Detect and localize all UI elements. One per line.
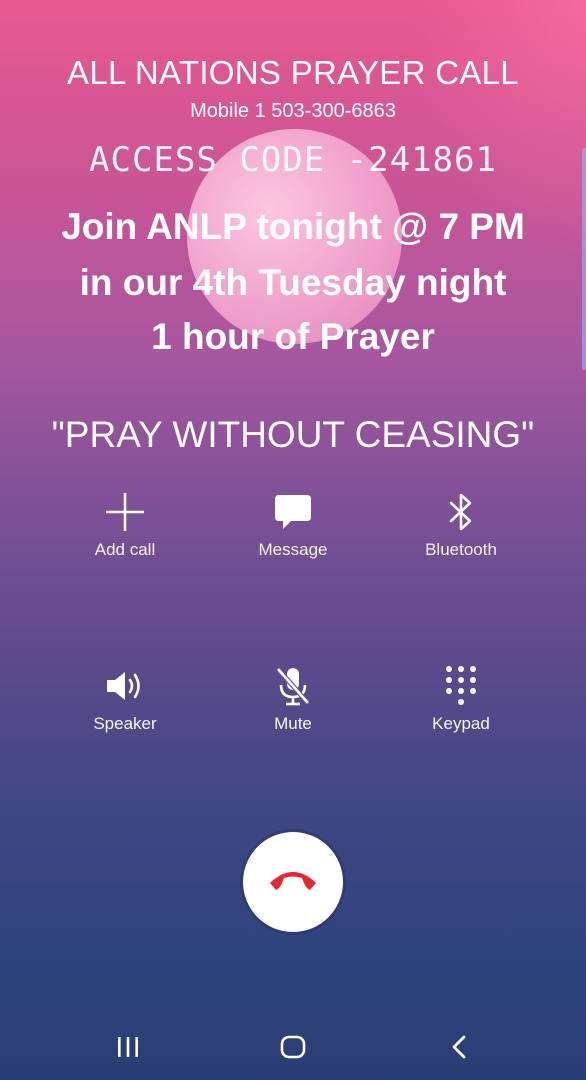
end-call-button[interactable] <box>243 832 343 932</box>
caller-name: ALL NATIONS PRAYER CALL <box>67 54 519 91</box>
bluetooth-label: Bluetooth <box>425 540 497 559</box>
mute-button[interactable]: Mute <box>209 664 377 734</box>
add-call-button[interactable]: Add call <box>41 490 209 560</box>
back-icon <box>451 1035 467 1064</box>
quote-text: "PRAY WITHOUT CEASING" <box>51 414 535 455</box>
navigation-bar <box>0 1014 586 1080</box>
speaker-icon <box>41 664 209 708</box>
home-button[interactable] <box>263 1034 323 1064</box>
recents-icon <box>116 1036 140 1063</box>
recents-button[interactable] <box>98 1034 158 1064</box>
speaker-button[interactable]: Speaker <box>41 664 209 734</box>
message-label: Message <box>258 540 328 559</box>
home-icon <box>280 1035 306 1064</box>
speaker-label: Speaker <box>93 714 157 733</box>
message-button[interactable]: Message <box>209 490 377 560</box>
keypad-label: Keypad <box>432 714 490 733</box>
keypad-button[interactable]: Keypad <box>377 664 545 734</box>
plus-icon <box>41 490 209 534</box>
announcement-line-3: 1 hour of Prayer <box>151 316 435 357</box>
keypad-icon <box>377 664 545 708</box>
mute-label: Mute <box>274 714 312 733</box>
bluetooth-icon <box>377 490 545 534</box>
announcement-line-2: in our 4th Tuesday night <box>79 262 507 303</box>
mic-off-icon <box>209 664 377 708</box>
message-icon <box>209 490 377 534</box>
back-button[interactable] <box>429 1034 489 1064</box>
bluetooth-button[interactable]: Bluetooth <box>377 490 545 560</box>
access-code: ACCESS CODE -241861 <box>89 140 497 180</box>
phone-hangup-icon <box>266 865 320 900</box>
caller-number: Mobile 1 503-300-6863 <box>190 100 396 122</box>
add-call-label: Add call <box>94 540 156 559</box>
announcement-line-1: Join ANLP tonight @ 7 PM <box>61 206 525 247</box>
